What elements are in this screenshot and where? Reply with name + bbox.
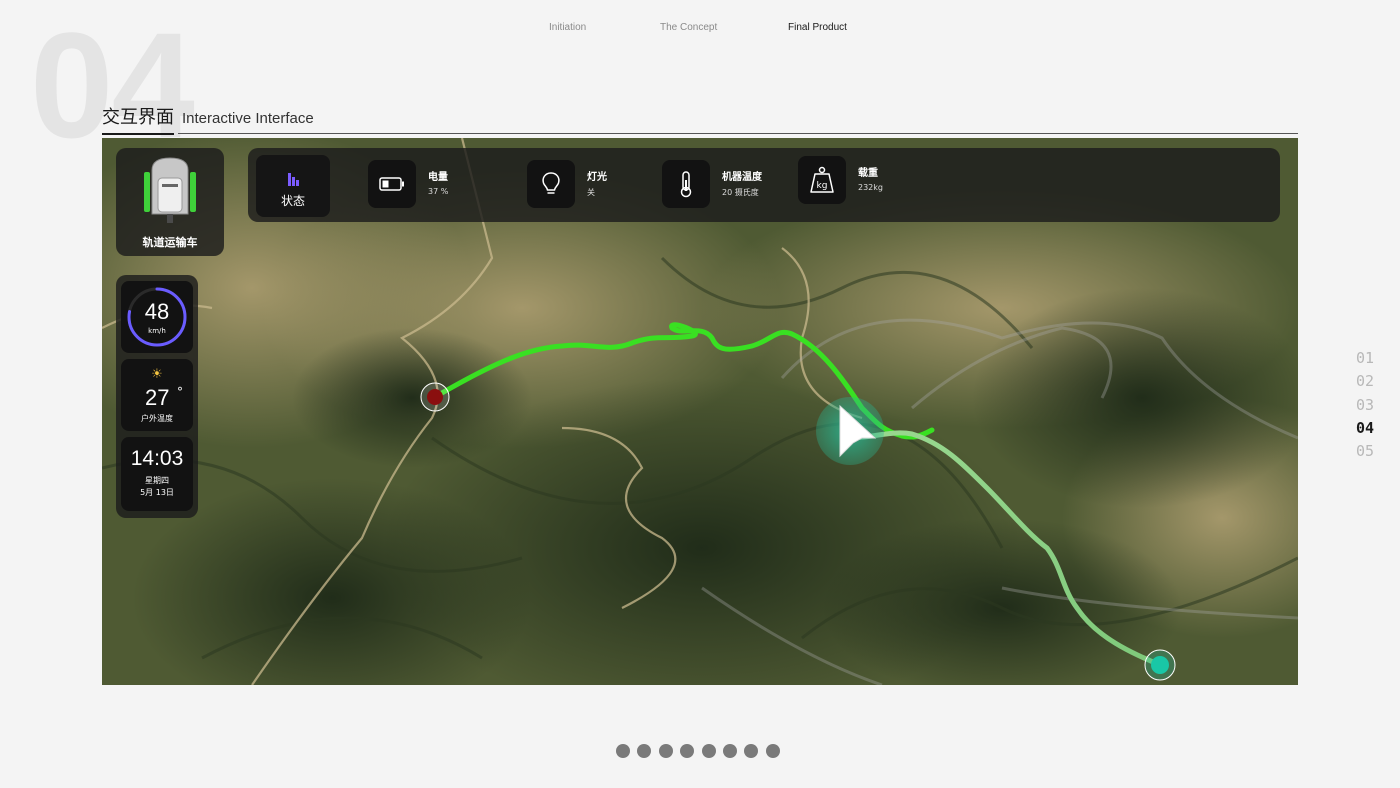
pagination-dots [616,744,780,758]
speed-unit: km/h [148,327,166,335]
svg-text:kg: kg [817,181,828,191]
light-value: 关 [587,188,595,197]
load-title: 载重 [858,168,878,179]
nav-initiation[interactable]: Initiation [549,22,586,33]
outdoor-temperature-label: 户外温度 [141,414,173,423]
page-index-05[interactable]: 05 [1356,442,1374,465]
section-title: 交互界面 Interactive Interface [102,103,314,135]
bulb-icon [527,160,575,208]
page-index: 01 02 03 04 05 [1356,349,1374,465]
pagination-dot[interactable] [701,744,716,758]
light-title: 灯光 [587,172,607,183]
pagination-dot[interactable] [637,744,652,758]
vehicle-position-cursor[interactable] [816,397,884,465]
speed-value: 48 [144,299,170,324]
start-marker[interactable] [420,382,450,412]
weight-icon: kg [798,156,846,204]
machine-temperature-title: 机器温度 [722,172,762,183]
vehicle-card[interactable]: 轨道运输车 [116,148,224,256]
outdoor-temperature-value: 27 [145,385,170,410]
machine-temperature-value: 20 摄氏度 [722,188,759,197]
chart-bars-icon [288,173,299,186]
speed-widget: 48 km/h [121,281,193,353]
status-bar: 状态 电量 37 % 灯光 关 机器温度 20 摄氏度 kg 载重 232kg [248,148,1280,222]
pagination-dot[interactable] [616,744,630,758]
page-index-02[interactable]: 02 [1356,372,1374,395]
page-index-01[interactable]: 01 [1356,349,1374,372]
vehicle-label: 轨道运输车 [142,236,198,249]
tab-status-label: 状态 [280,194,305,208]
top-navigation: Initiation The Concept Final Product [0,22,1400,38]
rail-vehicle-icon [144,157,196,223]
sun-icon: ☀ [151,367,163,382]
page-index-03[interactable]: 03 [1356,396,1374,419]
satellite-map[interactable]: 轨道运输车 状态 电量 37 % 灯光 关 机器温度 20 摄氏度 kg 载重 … [102,138,1298,685]
pagination-dot[interactable] [658,744,673,758]
section-title-en: Interactive Interface [182,110,314,127]
nav-final-product[interactable]: Final Product [788,22,847,33]
clock-time: 14:03 [130,447,184,470]
title-divider [178,133,1298,134]
tab-status[interactable]: 状态 [256,155,330,217]
nav-the-concept[interactable]: The Concept [660,22,717,33]
weather-widget: ☀ 27 ° 户外温度 [121,359,193,431]
pagination-dot[interactable] [765,744,780,758]
load-value: 232kg [858,183,883,192]
thermometer-icon [662,160,710,208]
clock-weekday: 星期四 [145,476,169,485]
battery-icon [368,160,416,208]
battery-title: 电量 [428,172,448,183]
pagination-dot[interactable] [744,744,759,758]
clock-date: 5月 13日 [140,488,174,497]
battery-value: 37 % [428,187,449,196]
degree-mark: ° [177,385,183,399]
pagination-dot[interactable] [722,744,737,758]
page-index-04[interactable]: 04 [1356,419,1374,442]
clock-widget: 14:03 星期四 5月 13日 [121,437,193,511]
section-title-zh: 交互界面 [102,103,174,135]
side-widgets: 48 km/h ☀ 27 ° 户外温度 14:03 星期四 5月 13日 [116,275,198,518]
end-marker[interactable] [1144,649,1176,681]
pagination-dot[interactable] [680,744,695,758]
